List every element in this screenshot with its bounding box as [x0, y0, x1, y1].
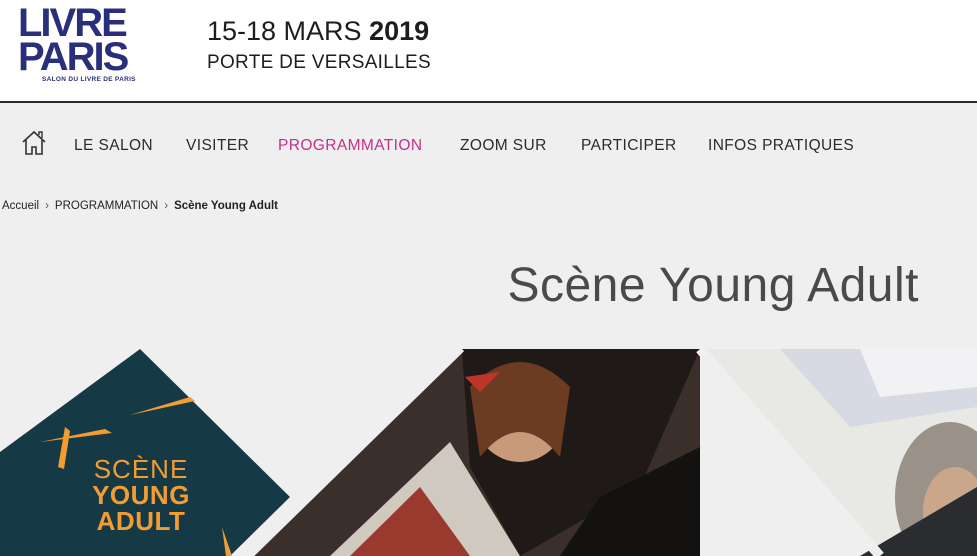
badge-line1: SCÈNE: [93, 454, 189, 484]
page-title: Scène Young Adult: [507, 259, 919, 312]
breadcrumb-current: Scène Young Adult: [174, 200, 278, 212]
dates-prefix: 15-18 MARS: [207, 16, 370, 46]
logo-tagline: SALON DU LIVRE DE PARIS: [42, 76, 136, 83]
nav-item-zoom-sur[interactable]: ZOOM SUR: [460, 137, 547, 155]
nav-item-visiter[interactable]: VISITER: [186, 137, 249, 155]
breadcrumb-programmation-link[interactable]: PROGRAMMATION: [55, 200, 158, 212]
badge-line2: YOUNG: [92, 480, 190, 510]
breadcrumb-separator: ›: [45, 200, 49, 212]
nav-item-programmation[interactable]: PROGRAMMATION: [278, 137, 422, 155]
breadcrumb-home-link[interactable]: Accueil: [2, 200, 39, 212]
scene-young-adult-badge: SCÈNE YOUNG ADULT: [80, 456, 202, 534]
logo-line2: PARIS: [18, 35, 129, 79]
site-header: LIVRE PARIS SALON DU LIVRE DE PARIS 15-1…: [0, 0, 977, 101]
home-icon[interactable]: [20, 129, 48, 157]
nav-item-infos-pratiques[interactable]: INFOS PRATIQUES: [708, 137, 854, 155]
breadcrumb-separator: ›: [164, 200, 169, 212]
nav-item-le-salon[interactable]: LE SALON: [74, 137, 153, 155]
dates-year: 2019: [369, 16, 430, 46]
event-dates: 15-18 MARS 2019: [207, 16, 429, 47]
breadcrumb: Accueil › PROGRAMMATION › Scène Young Adult: [2, 200, 278, 212]
badge-line3: ADULT: [96, 506, 186, 536]
event-venue: PORTE DE VERSAILLES: [207, 52, 431, 73]
nav-item-participer[interactable]: PARTICIPER: [581, 137, 677, 155]
livre-paris-logo[interactable]: LIVRE PARIS SALON DU LIVRE DE PARIS: [18, 3, 150, 90]
